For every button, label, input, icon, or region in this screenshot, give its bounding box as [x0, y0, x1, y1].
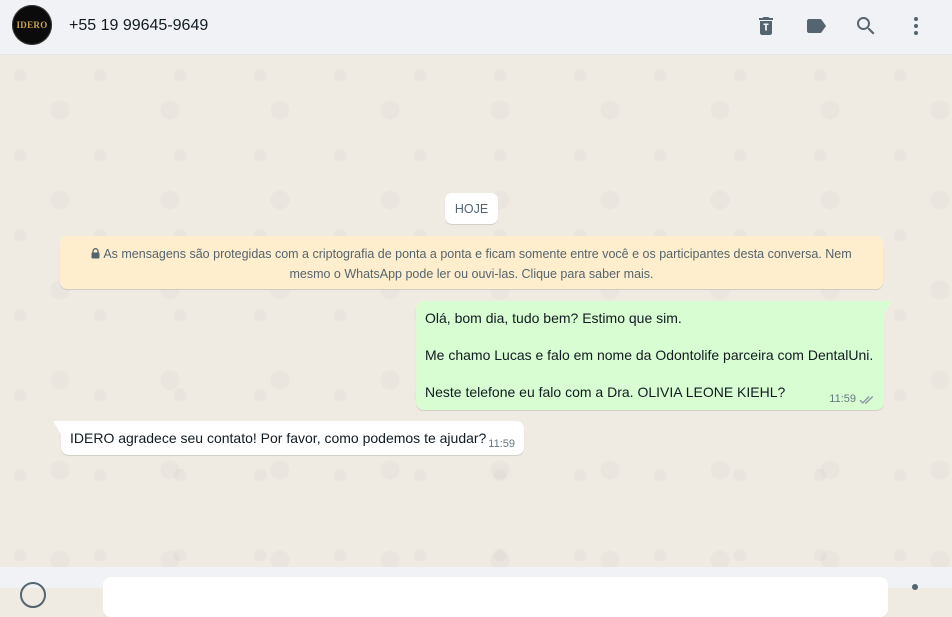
mic-icon[interactable]: [912, 584, 918, 590]
contact-avatar[interactable]: IDERO: [12, 5, 52, 45]
bubble-tail: [884, 301, 892, 314]
message-time: 11:59: [829, 393, 856, 405]
chat-header: IDERO +55 19 99645-9649: [0, 0, 952, 55]
day-divider: HOJE: [445, 193, 498, 224]
contact-name[interactable]: +55 19 99645-9649: [69, 17, 208, 35]
message-meta: 11:59: [829, 393, 875, 405]
menu-icon[interactable]: [904, 14, 928, 38]
message-time: 11:59: [488, 438, 515, 450]
label-icon[interactable]: [804, 14, 828, 38]
message-line: Olá, bom dia, tudo bem? Estimo que sim.: [425, 310, 682, 326]
message-line: Neste telefone eu falo com a Dra. OLIVIA…: [425, 384, 786, 400]
message-line: Me chamo Lucas e falo em nome da Odontol…: [425, 347, 874, 363]
read-ticks-icon: [859, 394, 875, 405]
lock-icon: [91, 248, 100, 259]
message-input[interactable]: [103, 577, 888, 617]
incoming-message[interactable]: IDERO agradece seu contato! Por favor, c…: [53, 421, 524, 455]
compose-bar: [0, 567, 952, 617]
encryption-notice[interactable]: As mensagens são protegidas com a cripto…: [60, 236, 883, 289]
avatar-logo-text: IDERO: [16, 20, 48, 30]
delete-icon[interactable]: [754, 14, 778, 38]
chat-panel[interactable]: HOJE As mensagens são protegidas com a c…: [0, 55, 952, 567]
message-meta: 11:59: [488, 438, 515, 450]
search-icon[interactable]: [854, 14, 878, 38]
outgoing-message[interactable]: Olá, bom dia, tudo bem? Estimo que sim. …: [416, 301, 892, 410]
emoji-icon[interactable]: [20, 582, 46, 608]
encryption-notice-text: As mensagens são protegidas com a cripto…: [103, 247, 852, 281]
bubble-tail: [53, 421, 61, 434]
message-text: IDERO agradece seu contato! Por favor, c…: [70, 430, 487, 446]
